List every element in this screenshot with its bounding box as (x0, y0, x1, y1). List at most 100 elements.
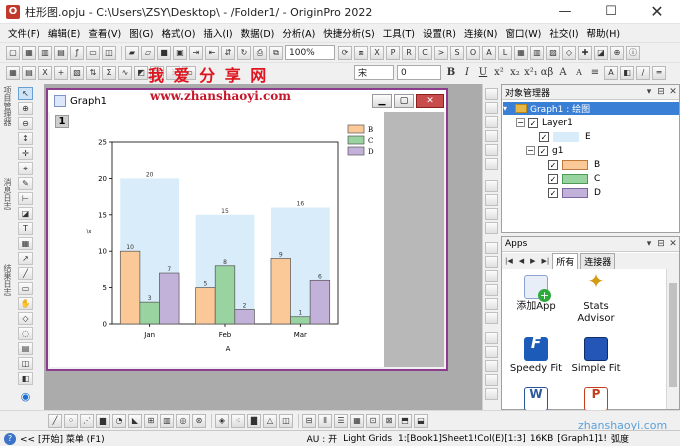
plot-b-checkbox[interactable]: ✓ (548, 159, 558, 170)
increase-font-button[interactable]: A (556, 67, 570, 78)
digitizer-icon[interactable]: ◇ (562, 45, 576, 60)
freq-icon[interactable]: ∿ (118, 65, 132, 80)
line-color-icon[interactable]: ∕ (636, 65, 650, 80)
chart-icon[interactable]: ▨ (546, 45, 560, 60)
tree-plot-c[interactable]: ✓ C (548, 172, 600, 185)
template-icon[interactable]: ◫ (279, 413, 293, 428)
save-icon[interactable]: ■ (157, 45, 171, 60)
plot-d-checkbox[interactable]: ✓ (548, 187, 558, 198)
menu-item[interactable]: 格式(O) (158, 26, 200, 40)
add-column-icon[interactable]: + (54, 65, 68, 80)
panel-close-button[interactable]: ✕ (667, 239, 679, 249)
command-window-icon[interactable]: > (434, 45, 448, 60)
graph-page[interactable]: 1 20 10 3 7 Jan 15 5 8 2 Feb 16 9 1 6 Mar 0 5 10 15 20 25 A \x… (50, 112, 384, 367)
row-icon[interactable]: ▤ (22, 65, 36, 80)
add-x-axis-icon[interactable] (485, 180, 498, 192)
messages-log-tab[interactable]: 消息日志 (2, 178, 12, 210)
add-y-axis-icon[interactable] (485, 194, 498, 206)
rescale-icon[interactable] (485, 88, 498, 100)
timestamp-icon[interactable] (485, 298, 498, 310)
stats-icon[interactable]: Σ (102, 65, 116, 80)
link-layer-icon[interactable] (485, 374, 498, 386)
prev-page-icon[interactable]: ◀ (519, 257, 524, 265)
rescale-x-icon[interactable] (485, 102, 498, 114)
color-bar-tool-icon[interactable]: ▤ (18, 342, 33, 355)
graph-maximize-button[interactable]: ▢ (394, 94, 414, 108)
menu-item[interactable]: 快捷分析(S) (319, 26, 378, 40)
region-icon[interactable]: ◪ (594, 45, 608, 60)
info-icon[interactable]: ⓘ (626, 45, 640, 60)
column-icon[interactable]: ▦ (6, 65, 20, 80)
graph-minimize-button[interactable]: ▁ (372, 94, 392, 108)
menu-item[interactable]: 数据(D) (237, 26, 279, 40)
refresh-icon[interactable]: ⟳ (338, 45, 352, 60)
layer-management-icon[interactable] (485, 388, 498, 400)
code-builder-icon[interactable]: C (418, 45, 432, 60)
tree-layer-node[interactable]: − ✓ Layer1 (516, 116, 573, 129)
insert-table-tool-icon[interactable]: ▦ (18, 237, 33, 250)
menu-item[interactable]: 连接(N) (460, 26, 502, 40)
help-icon[interactable]: ? (4, 432, 16, 445)
menu-item[interactable]: 社交(I) (545, 26, 582, 40)
last-page-icon[interactable]: ▶| (542, 257, 550, 265)
tree-plot-e[interactable]: ✓ E (539, 130, 591, 143)
layout-icon[interactable]: ▦ (350, 413, 364, 428)
rectangle-tool-icon[interactable]: ▭ (18, 282, 33, 295)
results-log-icon[interactable]: R (402, 45, 416, 60)
3d-surface-icon[interactable]: ◈ (215, 413, 229, 428)
zoom-in-tool-icon[interactable]: ⊕ (18, 102, 33, 115)
front-icon[interactable]: ⬒ (398, 413, 412, 428)
align-layer-icon[interactable] (485, 360, 498, 372)
subscript-button[interactable]: x₂ (508, 67, 522, 78)
bar-chart[interactable]: 201037Jan15582Feb16916Mar0510152025A\xBC… (50, 112, 384, 367)
enlarge-icon[interactable] (485, 332, 498, 344)
box-plot-icon[interactable]: ⊞ (144, 413, 158, 428)
script-window-icon[interactable]: S (450, 45, 464, 60)
sheet-icon[interactable]: ▦ (514, 45, 528, 60)
font-select[interactable]: 宋 (354, 65, 394, 80)
line-plot-icon[interactable]: ╱ (48, 413, 62, 428)
panel-menu-button[interactable]: ▾ (643, 87, 655, 97)
menu-item[interactable]: 文件(F) (4, 26, 44, 40)
import-ascii-icon[interactable]: ⇵ (221, 45, 235, 60)
group-icon[interactable]: ⊡ (366, 413, 380, 428)
greek-button[interactable]: αβ (540, 67, 554, 78)
object-tool-icon[interactable]: ◧ (18, 372, 33, 385)
new-legend-icon[interactable] (485, 242, 498, 254)
close-button[interactable]: ✕ (634, 0, 680, 24)
arrow-tool-icon[interactable]: ↗ (18, 252, 33, 265)
add-layer-icon[interactable] (485, 158, 498, 170)
group-checkbox[interactable]: ✓ (538, 145, 548, 156)
results-log-tab[interactable]: 结果日志 (2, 264, 12, 296)
duplicate-icon[interactable]: ⧈ (354, 45, 368, 60)
graph-close-button[interactable]: ✕ (416, 94, 444, 108)
histogram-icon[interactable]: ▥ (160, 413, 174, 428)
export-icon[interactable]: ⇥ (189, 45, 203, 60)
new-excel-icon[interactable]: X (370, 45, 384, 60)
import-icon[interactable]: ⇤ (205, 45, 219, 60)
screen-reader-icon[interactable]: ✚ (578, 45, 592, 60)
ungroup-icon[interactable]: ⊠ (382, 413, 396, 428)
merge-icon[interactable] (485, 208, 498, 220)
new-workbook-icon[interactable]: ▦ (22, 45, 36, 60)
app-add-app[interactable]: + 添加App (508, 275, 564, 313)
new-matrix-icon[interactable]: ▤ (54, 45, 68, 60)
project-explorer-tab[interactable]: 项目管理器 (2, 86, 12, 126)
new-notes-icon[interactable]: ▭ (86, 45, 100, 60)
set-xy-icon[interactable]: X (38, 65, 52, 80)
line-symbol-plot-icon[interactable]: ⋰ (80, 413, 94, 428)
tree-group-node[interactable]: − ✓ g1 (526, 144, 563, 157)
next-page-icon[interactable]: ▶ (530, 257, 535, 265)
line-tool-icon[interactable]: ╱ (18, 267, 33, 280)
graph-icon[interactable]: ▥ (530, 45, 544, 60)
menu-item[interactable]: 编辑(E) (44, 26, 84, 40)
supersub-button[interactable]: x²₁ (524, 67, 538, 78)
open-template-icon[interactable]: ▱ (141, 45, 155, 60)
tree-graph-node[interactable]: ▾ Graph1 : 绘图 (503, 102, 679, 115)
data-selector-tool-icon[interactable]: ⊢ (18, 192, 33, 205)
copy-page-icon[interactable]: ⧉ (269, 45, 283, 60)
maximize-button[interactable]: ☐ (588, 0, 634, 24)
back-icon[interactable]: ⬓ (414, 413, 428, 428)
menu-item[interactable]: 工具(T) (379, 26, 419, 40)
scroll-thumb[interactable] (669, 283, 677, 387)
